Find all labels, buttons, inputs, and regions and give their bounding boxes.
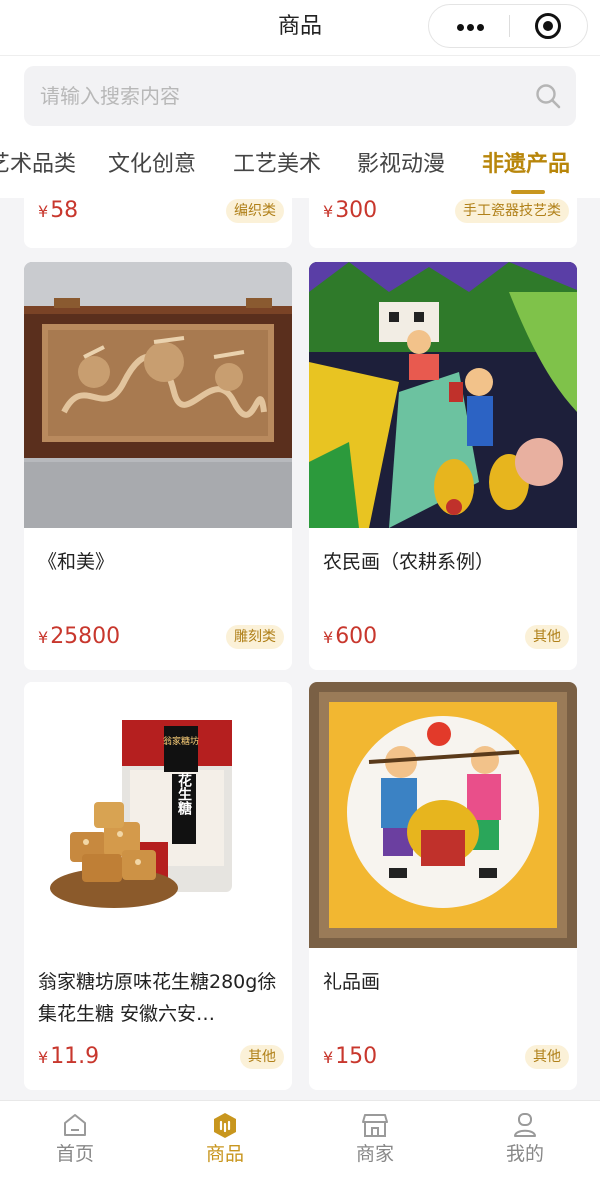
close-mini-program-button[interactable]	[509, 5, 587, 47]
app-screen: 商品 请输入搜索内容 艺术品类 文化创意 工艺美术 影视动漫	[0, 0, 600, 1181]
product-name: 礼品画	[323, 971, 381, 993]
product-card[interactable]: 花生糖 翁家糖坊 丰 翁家糖坊原味花生糖280g徐集花生糖 安徽六安… ¥11.…	[24, 682, 292, 1090]
active-tab-indicator	[511, 190, 545, 194]
category-tag: 编织类	[226, 199, 284, 223]
tabbar-label: 首页	[55, 1143, 94, 1165]
more-dots-icon	[467, 24, 474, 31]
category-tag: 手工瓷器技艺类	[455, 199, 569, 223]
mini-program-capsule	[428, 4, 588, 48]
product-image	[309, 262, 577, 528]
category-tag: 雕刻类	[226, 625, 284, 649]
category-tag: 其他	[525, 625, 569, 649]
tab-crafts[interactable]: 工艺美术	[233, 150, 321, 180]
product-price: ¥58	[38, 198, 79, 223]
tabbar-label: 商品	[205, 1143, 244, 1165]
product-image	[309, 682, 577, 948]
product-price: ¥150	[323, 1044, 378, 1069]
product-price: ¥600	[323, 624, 378, 649]
target-icon-core	[543, 21, 553, 31]
tab-culture-creative[interactable]: 文化创意	[108, 150, 196, 180]
search-placeholder: 请输入搜索内容	[40, 84, 180, 108]
package-text: 花生糖	[176, 772, 192, 816]
category-tabs: 艺术品类 文化创意 工艺美术 影视动漫 非遗产品	[0, 136, 600, 198]
tab-art[interactable]: 艺术品类	[0, 150, 76, 180]
product-card[interactable]: ¥58 编织类	[24, 198, 292, 248]
product-name: 《和美》	[38, 551, 115, 573]
search-area: 请输入搜索内容	[0, 56, 600, 136]
product-image	[24, 262, 292, 528]
more-dots-icon	[477, 24, 484, 31]
product-image: 花生糖 翁家糖坊 丰	[24, 682, 292, 948]
product-price: ¥11.9	[38, 1044, 100, 1069]
product-name: 农民画（农耕系例）	[323, 551, 495, 573]
category-tag: 其他	[240, 1045, 284, 1069]
tab-film-animation[interactable]: 影视动漫	[357, 150, 445, 180]
tab-intangible-heritage[interactable]: 非遗产品	[482, 150, 570, 180]
goods-icon	[214, 1113, 236, 1138]
package-brand: 翁家糖坊	[163, 735, 199, 747]
more-dots-icon	[457, 24, 464, 31]
tabbar-item-shop[interactable]: 商家	[300, 1101, 450, 1181]
product-price: ¥25800	[38, 624, 121, 649]
nav-bar: 商品	[0, 0, 600, 56]
more-options-button[interactable]	[429, 5, 509, 47]
tabbar-label: 商家	[355, 1143, 394, 1165]
product-grid: ¥58 编织类 ¥300 手工瓷器技艺类 《和美》 ¥25800 雕刻类 农民画…	[0, 198, 600, 1100]
product-card[interactable]: ¥300 手工瓷器技艺类	[309, 198, 577, 248]
tabbar-item-goods[interactable]: 商品	[150, 1101, 300, 1181]
product-card[interactable]: 《和美》 ¥25800 雕刻类	[24, 262, 292, 670]
product-card[interactable]: 礼品画 ¥150 其他	[309, 682, 577, 1090]
search-icon[interactable]	[534, 82, 562, 110]
tabbar-item-profile[interactable]: 我的	[450, 1101, 600, 1181]
tabbar-label: 我的	[505, 1143, 544, 1165]
shop-icon	[362, 1114, 388, 1137]
home-icon	[64, 1114, 86, 1136]
tabbar-item-home[interactable]: 首页	[0, 1101, 150, 1181]
search-input[interactable]: 请输入搜索内容	[24, 66, 576, 126]
user-icon	[514, 1113, 536, 1137]
category-tag: 其他	[525, 1045, 569, 1069]
product-name: 翁家糖坊原味花生糖280g徐集花生糖 安徽六安…	[38, 971, 277, 1025]
product-card[interactable]: 农民画（农耕系例） ¥600 其他	[309, 262, 577, 670]
bottom-tab-bar: 首页 商品 商家 我的	[0, 1100, 600, 1181]
product-price: ¥300	[323, 198, 378, 223]
